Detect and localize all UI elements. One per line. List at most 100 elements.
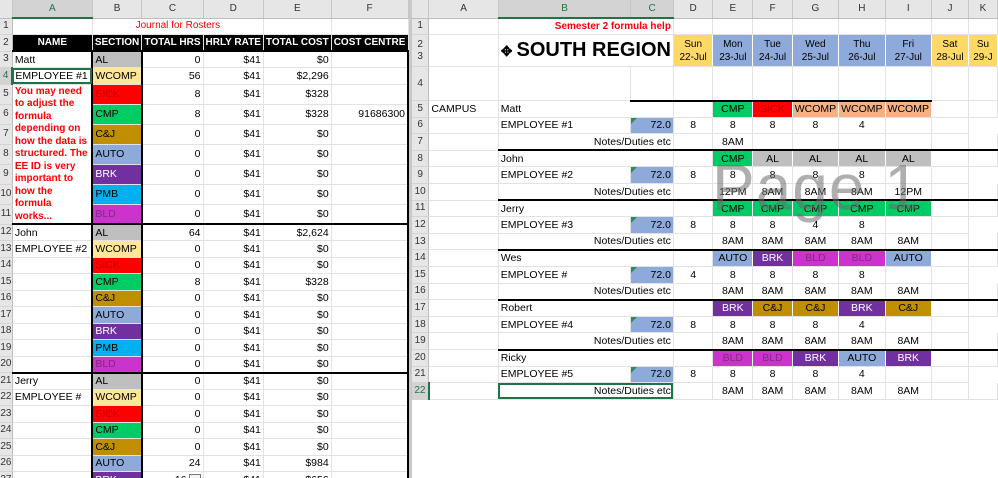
row-header[interactable]: 9 <box>412 166 430 185</box>
hrly-rate-cell[interactable]: $41 <box>203 257 264 274</box>
hrly-rate-cell[interactable]: $41 <box>203 471 264 478</box>
cell[interactable] <box>885 166 932 185</box>
cell[interactable] <box>673 233 714 251</box>
day-header[interactable]: Sat 28-Jul <box>931 34 969 68</box>
column-title[interactable]: COST CENTRE <box>331 34 409 52</box>
section-cell[interactable]: WCOMP <box>91 240 143 258</box>
cell[interactable] <box>428 183 499 201</box>
name-cell[interactable] <box>12 356 93 373</box>
roster-hours-cell[interactable]: 8 <box>792 266 840 284</box>
cell[interactable] <box>428 283 499 301</box>
total-hrs-cell[interactable]: 0 <box>141 405 204 423</box>
row-header[interactable]: 12 <box>0 224 13 241</box>
roster-code-cell[interactable]: WCOMP <box>885 100 932 118</box>
roster-hours-cell[interactable]: 8 <box>752 117 793 135</box>
cell[interactable] <box>931 166 969 185</box>
total-cost-cell[interactable]: $0 <box>263 290 332 307</box>
select-all-corner[interactable] <box>0 0 13 19</box>
employee-name[interactable]: Ricky <box>497 348 674 367</box>
cell[interactable] <box>263 18 332 35</box>
row-header[interactable]: 19 <box>412 332 430 350</box>
campus-cell[interactable] <box>428 249 499 268</box>
total-cost-cell[interactable]: $328 <box>263 84 332 105</box>
section-cell[interactable]: SICK <box>91 257 143 274</box>
hrly-rate-cell[interactable]: $41 <box>203 356 264 373</box>
day-header[interactable]: Sun 22-Jul <box>673 34 714 68</box>
roster-hours-cell[interactable]: 8 <box>712 316 754 334</box>
total-hrs-cell[interactable]: 0 <box>141 371 204 390</box>
total-cost-cell[interactable]: $0 <box>263 124 332 145</box>
total-hrs-cell[interactable]: 0 <box>141 306 204 324</box>
roster-code-cell[interactable]: BRK <box>792 348 840 367</box>
roster-time-cell[interactable] <box>792 133 840 151</box>
roster-time-cell[interactable]: 8AM <box>885 382 932 400</box>
total-hrs-cell[interactable]: 0 <box>141 50 204 68</box>
cost-centre-cell[interactable] <box>331 257 409 274</box>
roster-code-cell[interactable]: AUTO <box>885 248 932 268</box>
cost-centre-cell[interactable] <box>331 67 409 85</box>
cell[interactable] <box>12 18 93 35</box>
roster-hours-cell[interactable]: 4 <box>838 316 886 334</box>
roster-time-cell[interactable]: 8AM <box>752 233 793 251</box>
roster-code-cell[interactable]: CMP <box>792 199 840 218</box>
cell[interactable] <box>968 149 998 168</box>
column-title[interactable]: NAME <box>12 34 93 52</box>
cell[interactable] <box>968 199 998 218</box>
section-cell[interactable]: AUTO <box>91 455 143 472</box>
total-hrs-cell[interactable]: 0 <box>141 164 204 185</box>
cost-centre-cell[interactable] <box>331 371 409 390</box>
cell[interactable] <box>968 348 998 367</box>
campus-cell[interactable]: CAMPUS <box>428 100 499 118</box>
row-header[interactable]: 1 <box>412 18 430 36</box>
cell[interactable] <box>931 366 969 384</box>
hrly-rate-cell[interactable]: $41 <box>203 50 264 68</box>
cost-centre-cell[interactable] <box>331 273 409 291</box>
total-hrs-cell[interactable]: 0 <box>141 257 204 274</box>
total-hrs-cell[interactable]: 0 <box>141 356 204 373</box>
cell[interactable] <box>331 18 409 35</box>
cell[interactable] <box>931 298 969 317</box>
name-cell[interactable] <box>12 422 93 439</box>
cell[interactable] <box>428 166 499 185</box>
cost-centre-cell[interactable] <box>331 389 409 406</box>
row-header[interactable]: 26 <box>0 455 13 472</box>
roster-time-cell[interactable]: 8AM <box>885 283 932 301</box>
hrly-rate-cell[interactable]: $41 <box>203 339 264 357</box>
cell[interactable] <box>968 233 998 251</box>
cell[interactable] <box>792 18 840 36</box>
total-hrs-cell[interactable]: 16 <box>141 471 204 478</box>
roster-time-cell[interactable]: 8AM <box>712 233 754 251</box>
roster-hours-cell[interactable]: 4 <box>673 266 714 284</box>
roster-hours-cell[interactable]: 8 <box>673 166 714 185</box>
total-cost-cell[interactable]: $656 <box>263 471 332 478</box>
roster-hours-cell[interactable]: 8 <box>792 316 840 334</box>
notes-label[interactable]: Notes/Duties etc <box>497 133 674 151</box>
roster-hours-cell[interactable]: 8 <box>712 366 754 384</box>
hrly-rate-cell[interactable]: $41 <box>203 67 264 85</box>
roster-code-cell[interactable]: BRK <box>752 248 793 268</box>
cell[interactable] <box>931 18 969 36</box>
hrly-rate-cell[interactable]: $41 <box>203 144 264 165</box>
cost-centre-cell[interactable] <box>331 184 409 205</box>
roster-hours-cell[interactable]: 4 <box>838 117 886 135</box>
day-header[interactable]: Mon 23-Jul <box>712 34 754 68</box>
roster-code-cell[interactable]: CMP <box>885 199 932 218</box>
roster-time-cell[interactable]: 8AM <box>712 332 754 350</box>
employee-id[interactable]: EMPLOYEE # <box>497 266 632 284</box>
sheet-title-cell[interactable]: Journal for Rosters <box>92 18 264 35</box>
roster-hours-cell[interactable]: 8 <box>752 266 793 284</box>
cost-centre-cell[interactable] <box>331 223 409 241</box>
name-cell[interactable]: EMPLOYEE # <box>12 389 93 406</box>
section-cell[interactable]: SICK <box>91 405 143 423</box>
day-header[interactable]: Fri 27-Jul <box>885 34 932 68</box>
roster-time-cell[interactable] <box>838 133 886 151</box>
employee-id[interactable]: EMPLOYEE #1 <box>497 117 632 135</box>
total-hrs-cell[interactable]: 0 <box>141 323 204 340</box>
total-cost-cell[interactable]: $0 <box>263 356 332 373</box>
roster-code-cell[interactable]: BRK <box>838 298 886 317</box>
campus-cell[interactable] <box>428 150 499 168</box>
cell[interactable] <box>885 316 932 334</box>
cost-centre-cell[interactable] <box>331 471 409 478</box>
total-hrs-cell[interactable]: 8 <box>141 273 204 291</box>
total-hrs-cell[interactable]: 0 <box>141 184 204 205</box>
